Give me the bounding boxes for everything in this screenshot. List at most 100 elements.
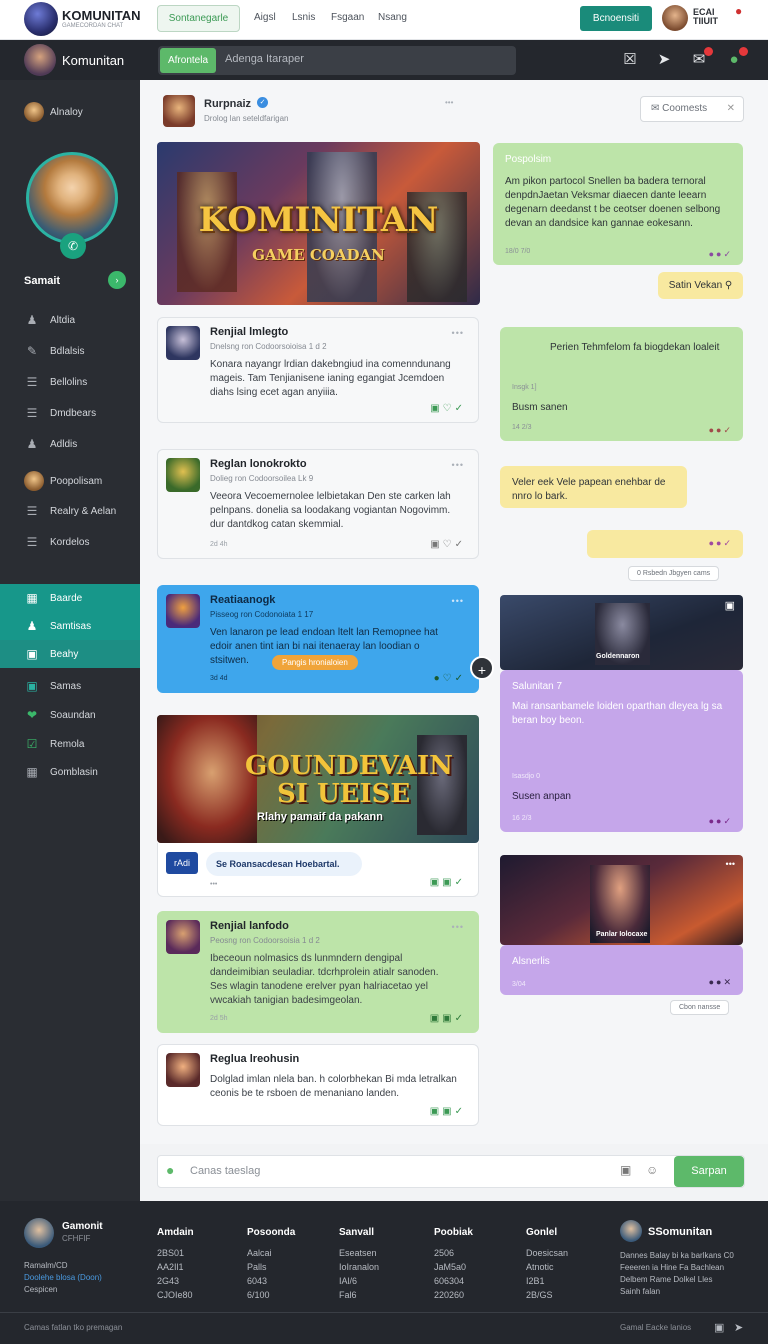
link-preview[interactable]: rAdi Se Roansacdesan Hoebartal. ••• ▣▣✓ (157, 843, 479, 897)
footer-column-item[interactable]: 220260 (434, 1288, 473, 1302)
more-icon[interactable]: ••• (726, 859, 735, 869)
footer-column-item[interactable]: Aalcai (247, 1246, 295, 1260)
add-button[interactable]: + (470, 656, 494, 680)
sidebar-item-12[interactable]: ▣ Samas (0, 672, 140, 700)
more-icon[interactable]: ••• (452, 460, 464, 470)
hero-banner-image[interactable]: KOMINITAN GAME COADAN (157, 142, 480, 305)
poster-avatar[interactable] (163, 95, 195, 127)
more-icon[interactable]: ••• (452, 922, 464, 932)
info-chip[interactable]: Cbon nansse (670, 1000, 730, 1015)
footer-column-item[interactable]: AA2Il1 (157, 1260, 194, 1274)
footer-column-item[interactable]: JaM5a0 (434, 1260, 473, 1274)
poster-name[interactable]: Rurpnaiz (204, 98, 251, 110)
brand-logo[interactable] (24, 2, 58, 36)
sidebar-item-1[interactable]: ♟ Altdia (0, 306, 140, 334)
more-icon[interactable]: ••• (452, 596, 464, 606)
footer-link[interactable]: Ramalm/CD (24, 1260, 102, 1272)
search-chip[interactable]: Satin Vekan ⚲ (658, 272, 743, 299)
comments-button[interactable]: ✉ Coomests ✕ (640, 96, 744, 122)
shared-image-1[interactable]: Goldennaron ▣ (500, 595, 743, 670)
chat-bubble-1[interactable]: Pospolsim Am pikon partocol Snellen ba b… (493, 143, 743, 265)
sidebar-item-5[interactable]: ♟ Adldis (0, 430, 140, 458)
notification-bell-icon[interactable]: ● (735, 4, 742, 18)
reaction-icons[interactable]: ●●✓ (709, 247, 733, 261)
footer-column-item[interactable]: 2B/GS (526, 1288, 568, 1302)
sidebar-item-14[interactable]: ☑ Remola (0, 730, 140, 758)
reaction-icons[interactable]: ▣▣✓ (430, 1013, 466, 1024)
group-icon[interactable]: ● (166, 1162, 174, 1178)
info-chip[interactable]: 0 Rsbedn Jbgyen cams (628, 566, 720, 581)
footer-link[interactable]: Cespicen (24, 1284, 102, 1296)
footer-column-item[interactable]: 606304 (434, 1274, 473, 1288)
footer-column-item[interactable]: Fal6 (339, 1288, 379, 1302)
reaction-icons[interactable]: ●●✓ (709, 536, 733, 550)
sidebar-item-6[interactable]: Poopolisam (0, 467, 140, 495)
reaction-icons[interactable]: ▣▣✓ (430, 877, 466, 888)
footer-column-item[interactable]: Atnotic (526, 1260, 568, 1274)
sidebar-item-7[interactable]: ☰ Realry & Aelan (0, 497, 140, 525)
footer-column-item[interactable]: 2BS01 (157, 1246, 194, 1260)
footer-column-item[interactable]: IAl/6 (339, 1274, 379, 1288)
emoji-icon[interactable]: ☺ (646, 1163, 658, 1177)
sidebar-item-2[interactable]: ✎ Bdlalsis (0, 337, 140, 365)
chat-bubble-2[interactable]: Perien Tehmfelom fa biogdekan loaleit In… (500, 327, 743, 441)
user-avatar[interactable] (662, 5, 688, 31)
sidebar-item-15[interactable]: ▦ Gomblasin (0, 758, 140, 786)
filter-pill[interactable]: Afrontela (160, 48, 216, 73)
footer-column-item[interactable]: 6043 (247, 1274, 295, 1288)
card-tag[interactable]: Pangis hronialoien (272, 655, 358, 670)
top-nav-3[interactable]: Fsgaan (331, 12, 364, 23)
sidebar-item-4[interactable]: ☰ Dmdbears (0, 399, 140, 427)
footer-link[interactable]: Doolehe blosa (Doon) (24, 1272, 102, 1284)
top-nav-4[interactable]: Nsang (378, 12, 407, 23)
top-nav-2[interactable]: Lsnis (292, 12, 315, 23)
compose-input[interactable]: Canas taeslag (190, 1165, 260, 1177)
box-icon[interactable]: ☒ (620, 50, 640, 70)
profile-hero-avatar[interactable] (26, 152, 118, 244)
chat-bubble-5[interactable]: Alsnerlis 3/04 ●●✕ (500, 945, 743, 995)
post-card[interactable]: Reglan lonokrokto Dolieg ron Codoorsoile… (157, 449, 479, 559)
close-icon[interactable]: ✕ (727, 97, 735, 121)
top-search-button[interactable]: Sontanegarle (157, 5, 240, 32)
send-button[interactable]: Sarpan (674, 1156, 744, 1187)
top-nav-1[interactable]: Aigsl (254, 12, 276, 23)
footer-column-item[interactable]: I2B1 (526, 1274, 568, 1288)
sidebar-item-8[interactable]: ☰ Kordelos (0, 528, 140, 556)
share-icon[interactable]: ➤ (734, 1321, 743, 1334)
footer-column-item[interactable]: 2G43 (157, 1274, 194, 1288)
attach-icon[interactable]: ▣ (620, 1163, 631, 1177)
post-card[interactable]: Reglua lreohusin Dolglad imlan nlela ban… (157, 1044, 479, 1126)
post-card-highlighted[interactable]: Reatiaanogk Pisseog ron Codonoiata 1 17 … (157, 585, 479, 693)
reaction-icons[interactable]: ●●✓ (709, 423, 733, 437)
send-icon[interactable]: ➤ (654, 50, 674, 70)
sidebar-item-13[interactable]: ❤ Soaundan (0, 701, 140, 729)
message-icon[interactable]: ✉ (689, 47, 713, 70)
sidebar-item-9[interactable]: ▦ Baarde (0, 584, 140, 612)
footer-column-item[interactable]: Eseatsen (339, 1246, 379, 1260)
sidebar-item-3[interactable]: ☰ Bellolins (0, 368, 140, 396)
reaction-icons[interactable]: ●♡✓ (434, 673, 466, 684)
post-card[interactable]: Renjial lmlegto Dnelsng ron Codoorsoiois… (157, 317, 479, 423)
footer-column-item[interactable]: 2506 (434, 1246, 473, 1260)
more-icon[interactable]: ••• (445, 98, 453, 107)
reaction-icons[interactable]: ▣♡✓ (430, 403, 466, 414)
profile-expand-icon[interactable]: › (108, 271, 126, 289)
post-card-green[interactable]: Renjial lanfodo Peosng ron Codoorsoisia … (157, 911, 479, 1033)
sidebar-item-11[interactable]: ▣ Beahy (0, 640, 140, 668)
group-icon[interactable]: ● (724, 47, 748, 70)
reaction-icons[interactable]: ●●✓ (709, 814, 733, 828)
more-icon[interactable]: ••• (452, 328, 464, 338)
chat-bubble-4[interactable]: Salunitan 7 Mai ransanbamele loiden opar… (500, 670, 743, 832)
sidebar-item-10[interactable]: ♟ Samtisas (0, 612, 140, 640)
primary-action-button[interactable]: Bcnoensiti (580, 6, 652, 31)
user-name[interactable]: ECAI TIIUIT (693, 8, 718, 26)
footer-column-item[interactable]: Doesicsan (526, 1246, 568, 1260)
footer-column-item[interactable]: IoIranalon (339, 1260, 379, 1274)
sidebar-profile[interactable]: Alnaloy (0, 98, 140, 126)
reaction-bubble[interactable]: ●●✓ (587, 530, 743, 558)
link-text[interactable]: Se Roansacdesan Hoebartal. (206, 852, 362, 876)
shared-image-2[interactable]: Panlar Iolocaxe ••• (500, 855, 743, 945)
game-banner-image[interactable]: GOUNDEVAIN SI UEISE Rlahy pamaif da paka… (157, 715, 479, 843)
social-icon[interactable]: ▣ (714, 1321, 724, 1334)
options-icon[interactable]: ▣ (725, 599, 735, 612)
